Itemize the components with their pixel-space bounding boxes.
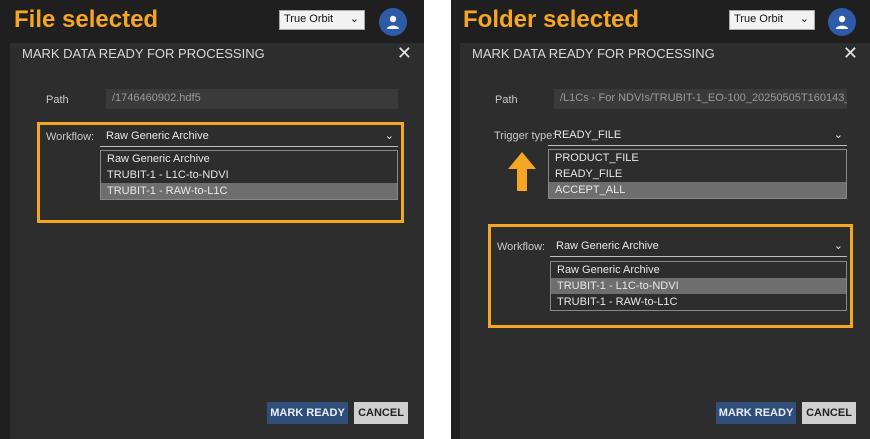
trigger-type-value: READY_FILE — [554, 129, 622, 141]
cancel-button[interactable]: CANCEL — [802, 402, 856, 424]
workflow-select[interactable]: Raw Generic Archive ⌄ — [100, 127, 398, 147]
chevron-down-icon: ⌄ — [833, 240, 843, 252]
workflow-value: Raw Generic Archive — [556, 240, 659, 252]
workflow-label: Workflow: — [497, 241, 546, 253]
organization-select[interactable]: True Orbit ⌄ — [729, 10, 815, 30]
workflow-option[interactable]: Raw Generic Archive — [551, 262, 846, 278]
path-field: /L1Cs - For NDVIs/TRUBIT-1_EO-100_202505… — [554, 89, 847, 109]
user-icon — [387, 15, 399, 29]
chevron-down-icon: ⌄ — [833, 129, 843, 141]
arrow-up-icon — [508, 152, 536, 191]
trigger-option[interactable]: READY_FILE — [549, 166, 846, 182]
workflow-options: Raw Generic Archive TRUBIT-1 - L1C-to-ND… — [550, 261, 847, 311]
organization-select[interactable]: True Orbit ⌄ — [279, 10, 365, 30]
mark-ready-button[interactable]: MARK READY — [716, 402, 796, 424]
file-selected-panel: File selected True Orbit ⌄ MARK DATA REA… — [0, 0, 424, 439]
path-label: Path — [46, 94, 69, 106]
workflow-label: Workflow: — [46, 131, 95, 143]
cancel-button[interactable]: CANCEL — [354, 402, 408, 424]
chevron-down-icon: ⌄ — [799, 13, 809, 25]
trigger-type-select[interactable]: READY_FILE ⌄ — [548, 126, 847, 146]
close-icon[interactable]: ✕ — [843, 43, 858, 64]
workflow-option-selected[interactable]: TRUBIT-1 - L1C-to-NDVI — [551, 278, 846, 294]
mark-ready-dialog: MARK DATA READY FOR PROCESSING ✕ Path /1… — [10, 43, 424, 439]
workflow-select[interactable]: Raw Generic Archive ⌄ — [550, 237, 847, 257]
dialog-title: MARK DATA READY FOR PROCESSING — [472, 46, 715, 61]
dialog-title: MARK DATA READY FOR PROCESSING — [22, 46, 265, 61]
workflow-option[interactable]: TRUBIT-1 - RAW-to-L1C — [551, 294, 846, 310]
organization-value: True Orbit — [734, 13, 784, 25]
path-label: Path — [495, 94, 518, 106]
mark-ready-button[interactable]: MARK READY — [267, 402, 348, 424]
chevron-down-icon: ⌄ — [349, 13, 359, 25]
organization-value: True Orbit — [284, 13, 334, 25]
folder-selected-panel: Folder selected True Orbit ⌄ MARK DATA R… — [451, 0, 870, 439]
workflow-option[interactable]: Raw Generic Archive — [101, 151, 397, 167]
chevron-down-icon: ⌄ — [384, 130, 394, 142]
workflow-options: Raw Generic Archive TRUBIT-1 - L1C-to-ND… — [100, 150, 398, 200]
workflow-value: Raw Generic Archive — [106, 130, 209, 142]
panel-heading: File selected — [14, 6, 159, 33]
trigger-type-label: Trigger type: — [494, 130, 556, 142]
close-icon[interactable]: ✕ — [397, 43, 412, 64]
panel-heading: Folder selected — [463, 6, 640, 33]
workflow-option[interactable]: TRUBIT-1 - L1C-to-NDVI — [101, 167, 397, 183]
trigger-type-options: PRODUCT_FILE READY_FILE ACCEPT_ALL — [548, 149, 847, 199]
workflow-option-selected[interactable]: TRUBIT-1 - RAW-to-L1C — [101, 183, 397, 199]
path-field: /1746460902.hdf5 — [106, 89, 398, 109]
trigger-option[interactable]: PRODUCT_FILE — [549, 150, 846, 166]
user-icon — [836, 15, 848, 29]
user-avatar[interactable] — [828, 8, 856, 36]
user-avatar[interactable] — [379, 8, 407, 36]
trigger-option-selected[interactable]: ACCEPT_ALL — [549, 182, 846, 198]
mark-ready-dialog: MARK DATA READY FOR PROCESSING ✕ Path /L… — [460, 43, 870, 439]
